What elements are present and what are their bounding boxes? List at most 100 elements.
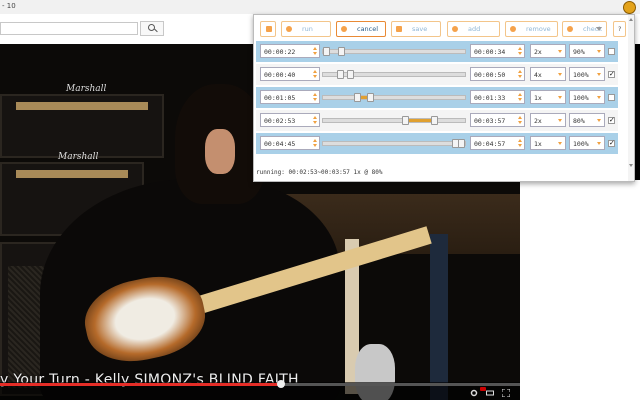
loop-extension-popup: run cancel save add remove check ? 00:00… <box>253 14 635 182</box>
theater-mode-icon[interactable] <box>486 389 494 397</box>
save-button[interactable]: save <box>391 21 441 37</box>
range-end-handle[interactable] <box>430 116 438 125</box>
help-button[interactable]: ? <box>613 21 626 37</box>
range-start-handle[interactable] <box>337 70 345 79</box>
sidebar-blank <box>520 180 640 400</box>
clock-icon[interactable] <box>623 1 636 14</box>
start-time-field[interactable]: 00:00:22 <box>260 44 320 58</box>
popup-scrollbar[interactable] <box>628 15 634 181</box>
end-time-field[interactable]: 00:00:34 <box>470 44 525 58</box>
volume-value: 100% <box>573 94 589 102</box>
loop-range-slider[interactable] <box>322 93 466 102</box>
speed-select[interactable]: 1x <box>530 90 566 104</box>
cancel-label: cancel <box>357 25 379 33</box>
browser-top-bar: - 10 <box>0 0 640 15</box>
chevron-down-icon <box>558 96 562 99</box>
loop-row: 00:00:40 00:00:50 4x 100% ✓ <box>256 64 618 85</box>
time-stepper[interactable] <box>313 138 318 148</box>
time-stepper[interactable] <box>313 69 318 79</box>
run-button[interactable]: run <box>281 21 331 37</box>
loop-row: 00:04:45 00:04:57 1x 100% ✓ <box>256 133 618 154</box>
chevron-down-icon <box>597 96 601 99</box>
loop-range-slider[interactable] <box>322 139 466 148</box>
volume-value: 90% <box>573 48 585 56</box>
time-stepper[interactable] <box>518 92 523 102</box>
range-end-handle[interactable] <box>338 47 346 56</box>
run-label: run <box>302 25 313 33</box>
chevron-down-icon <box>558 119 562 122</box>
speed-value: 2x <box>534 48 542 56</box>
check-icon <box>567 26 573 32</box>
speed-select[interactable]: 4x <box>530 67 566 81</box>
loop-row: 00:01:05 00:01:33 1x 100% <box>256 87 618 108</box>
start-time-field[interactable]: 00:01:05 <box>260 90 320 104</box>
loop-enable-checkbox[interactable] <box>608 48 615 55</box>
close-icon <box>266 26 272 32</box>
volume-value: 100% <box>573 71 589 79</box>
chevron-down-icon <box>597 50 601 53</box>
time-stepper[interactable] <box>518 115 523 125</box>
range-end-handle[interactable] <box>366 93 374 102</box>
add-button[interactable]: add <box>447 21 500 37</box>
close-button[interactable] <box>260 21 276 37</box>
end-time-field[interactable]: 00:04:57 <box>470 136 525 150</box>
speed-select[interactable]: 2x <box>530 113 566 127</box>
play-icon <box>286 26 292 32</box>
speed-value: 4x <box>534 71 542 79</box>
video-controls[interactable] <box>0 380 520 400</box>
remove-button[interactable]: remove <box>505 21 558 37</box>
chevron-down-icon <box>597 142 601 145</box>
speed-select[interactable]: 1x <box>530 136 566 150</box>
range-end-handle[interactable] <box>458 139 465 148</box>
save-label: save <box>412 25 428 33</box>
end-time-value: 00:00:50 <box>474 71 506 79</box>
settings-icon[interactable] <box>470 389 478 397</box>
end-time-field[interactable]: 00:00:50 <box>470 67 525 81</box>
loop-enable-checkbox[interactable] <box>608 94 615 101</box>
fullscreen-icon[interactable] <box>501 388 511 398</box>
loop-enable-checkbox[interactable]: ✓ <box>608 140 615 147</box>
loop-range-slider[interactable] <box>322 47 466 56</box>
start-time-field[interactable]: 00:02:53 <box>260 113 320 127</box>
volume-select[interactable]: 100% <box>569 67 605 81</box>
time-stepper[interactable] <box>518 69 523 79</box>
volume-select[interactable]: 90% <box>569 44 605 58</box>
range-start-handle[interactable] <box>354 93 362 102</box>
time-stepper[interactable] <box>313 46 318 56</box>
loop-range-slider[interactable] <box>322 70 466 79</box>
loop-enable-checkbox[interactable]: ✓ <box>608 71 615 78</box>
range-start-handle[interactable] <box>402 116 410 125</box>
speed-select[interactable]: 2x <box>530 44 566 58</box>
time-stepper[interactable] <box>518 46 523 56</box>
start-time-field[interactable]: 00:04:45 <box>260 136 320 150</box>
chevron-down-icon <box>596 27 602 31</box>
scroll-down-icon[interactable] <box>629 164 633 167</box>
range-end-handle[interactable] <box>346 70 354 79</box>
time-stepper[interactable] <box>518 138 523 148</box>
end-time-field[interactable]: 00:01:33 <box>470 90 525 104</box>
amp-head-1: Marshall <box>0 84 164 158</box>
time-stepper[interactable] <box>313 115 318 125</box>
time-stepper[interactable] <box>313 92 318 102</box>
loop-range-slider[interactable] <box>322 116 466 125</box>
progress-handle[interactable] <box>276 380 285 388</box>
remove-label: remove <box>526 25 551 33</box>
volume-select[interactable]: 100% <box>569 90 605 104</box>
check-dropdown[interactable]: check <box>562 21 607 37</box>
scroll-up-icon[interactable] <box>629 18 633 21</box>
range-start-handle[interactable] <box>323 47 330 56</box>
guitarist-face <box>205 129 235 174</box>
loop-enable-checkbox[interactable]: ✓ <box>608 117 615 124</box>
chevron-down-icon <box>558 73 562 76</box>
start-time-field[interactable]: 00:00:40 <box>260 67 320 81</box>
end-time-value: 00:00:34 <box>474 48 506 56</box>
volume-select[interactable]: 100% <box>569 136 605 150</box>
chevron-down-icon <box>597 119 601 122</box>
progress-bar[interactable] <box>0 380 520 388</box>
speed-value: 1x <box>534 94 542 102</box>
search-button[interactable] <box>140 21 164 36</box>
end-time-field[interactable]: 00:03:57 <box>470 113 525 127</box>
cancel-button[interactable]: cancel <box>336 21 386 37</box>
volume-select[interactable]: 80% <box>569 113 605 127</box>
search-input[interactable] <box>0 22 138 35</box>
